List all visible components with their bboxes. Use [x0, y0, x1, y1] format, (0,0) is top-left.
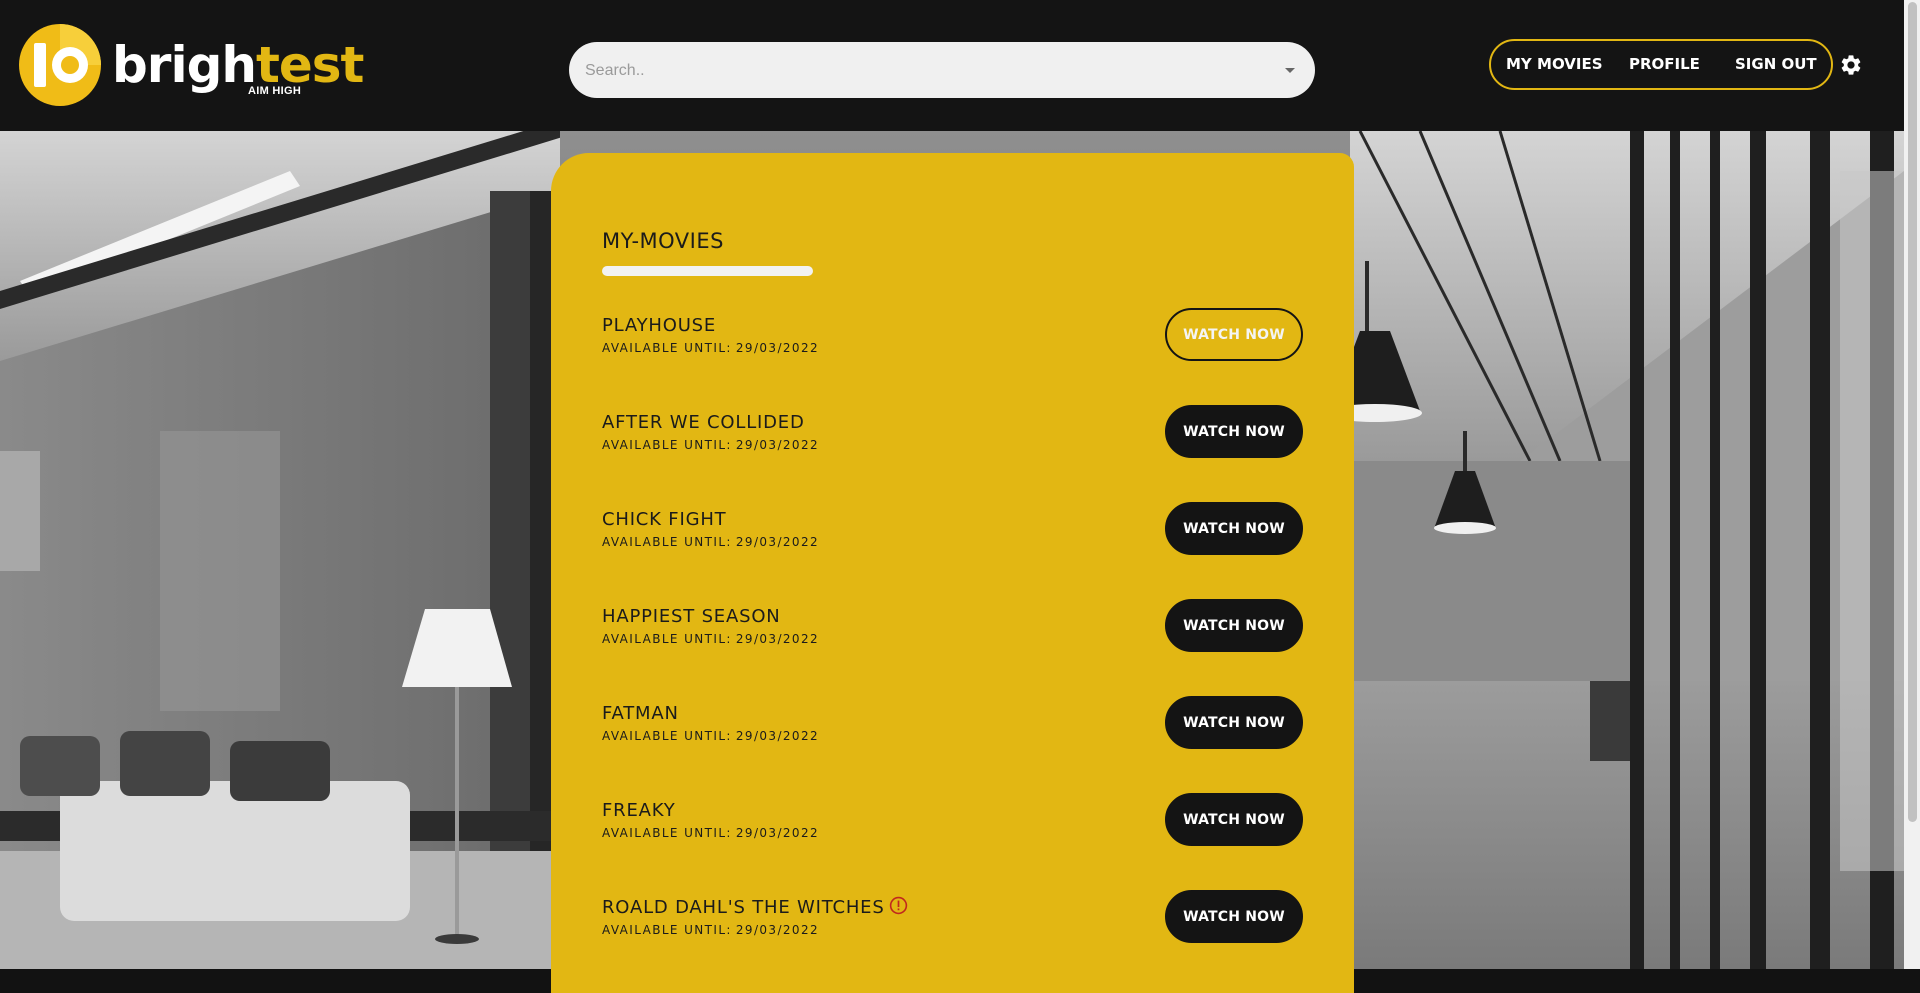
movie-availability: AVAILABLE UNTIL: 29/03/2022 [602, 341, 820, 355]
movie-availability: AVAILABLE UNTIL: 29/03/2022 [602, 438, 820, 452]
movie-title: FATMAN [602, 703, 679, 724]
movie-row: PLAYHOUSE AVAILABLE UNTIL: 29/03/2022 WAT… [602, 308, 1304, 375]
top-navbar: brightest AIM HIGH MY MOVIES PROFILE SIG… [0, 0, 1904, 131]
movie-availability: AVAILABLE UNTIL: 29/03/2022 [602, 729, 820, 743]
title-underline [602, 266, 813, 276]
movie-row: AFTER WE COLLIDED AVAILABLE UNTIL: 29/03/… [602, 405, 1304, 472]
brightest-logo[interactable]: brightest AIM HIGH [18, 23, 364, 107]
movie-availability: AVAILABLE UNTIL: 29/03/2022 [602, 632, 820, 646]
movie-row: CHICK FIGHT AVAILABLE UNTIL: 29/03/2022 W… [602, 502, 1304, 569]
gear-icon[interactable] [1839, 53, 1863, 77]
movie-availability: AVAILABLE UNTIL: 29/03/2022 [602, 826, 820, 840]
movie-title-with-alert: ROALD DAHL'S THE WITCHES [602, 896, 908, 918]
alert-circle-icon[interactable] [889, 896, 908, 915]
watch-now-button[interactable]: WATCH NOW [1165, 405, 1303, 458]
watch-now-button[interactable]: WATCH NOW [1165, 696, 1303, 749]
chevron-down-icon[interactable] [1285, 68, 1295, 73]
watch-now-button[interactable]: WATCH NOW [1165, 308, 1303, 361]
nav-sign-out-link[interactable]: SIGN OUT [1735, 41, 1817, 88]
search-input[interactable] [583, 42, 1247, 100]
movie-title: HAPPIEST SEASON [602, 606, 781, 627]
my-movies-panel: MY-MOVIES PLAYHOUSE AVAILABLE UNTIL: 29/0… [551, 153, 1354, 993]
movie-row: FATMAN AVAILABLE UNTIL: 29/03/2022 WATCH … [602, 696, 1304, 763]
page-scrollbar[interactable] [1904, 0, 1920, 969]
movie-title: PLAYHOUSE [602, 315, 717, 336]
movie-title: AFTER WE COLLIDED [602, 412, 805, 433]
movie-row: FREAKY AVAILABLE UNTIL: 29/03/2022 WATCH … [602, 793, 1304, 860]
page-title: MY-MOVIES [602, 229, 724, 253]
nav-profile-link[interactable]: PROFILE [1629, 41, 1700, 88]
watch-now-button[interactable]: WATCH NOW [1165, 599, 1303, 652]
movie-title: FREAKY [602, 800, 676, 821]
movie-row: ROALD DAHL'S THE WITCHES AVAILABLE UNTIL… [602, 890, 1304, 957]
watch-now-button[interactable]: WATCH NOW [1165, 793, 1303, 846]
logo-wordmark: brightest [112, 36, 364, 94]
scrollbar-thumb[interactable] [1908, 2, 1917, 822]
logo-tagline: AIM HIGH [248, 85, 302, 97]
nav-menu: MY MOVIES PROFILE SIGN OUT [1489, 39, 1833, 90]
watch-now-button[interactable]: WATCH NOW [1165, 502, 1303, 555]
nav-my-movies-link[interactable]: MY MOVIES [1506, 41, 1603, 88]
movie-availability: AVAILABLE UNTIL: 29/03/2022 [602, 923, 820, 937]
logo-mark-icon [19, 24, 101, 106]
movie-row: HAPPIEST SEASON AVAILABLE UNTIL: 29/03/20… [602, 599, 1304, 666]
search-box [569, 42, 1315, 100]
watch-now-button[interactable]: WATCH NOW [1165, 890, 1303, 943]
movie-availability: AVAILABLE UNTIL: 29/03/2022 [602, 535, 820, 549]
movie-title: CHICK FIGHT [602, 509, 727, 530]
